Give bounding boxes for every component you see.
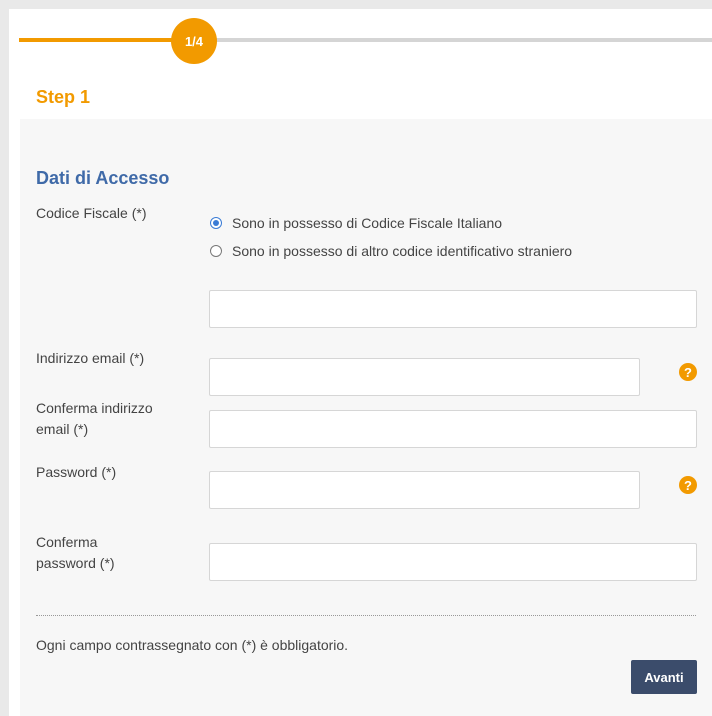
confirm-password-label-line-1: Conferma — [36, 534, 98, 550]
progress-bar-remaining — [209, 38, 712, 42]
divider — [36, 615, 696, 616]
confirm-password-label: Conferma password (*) — [36, 532, 115, 574]
confirm-email-label-line-1: Conferma indirizzo — [36, 400, 153, 416]
password-label: Password (*) — [36, 464, 117, 480]
radio-foreign-label: Sono in possesso di altro codice identif… — [232, 243, 573, 259]
confirm-email-label: Conferma indirizzo email (*) — [36, 398, 153, 440]
email-input[interactable] — [209, 358, 640, 396]
radio-checked-icon[interactable] — [210, 217, 222, 229]
password-input[interactable] — [209, 471, 640, 509]
form-panel: Dati di Accesso Codice Fiscale (*) Sono … — [20, 119, 712, 716]
password-help-icon[interactable]: ? — [679, 476, 697, 494]
progress-bar-done — [19, 38, 187, 42]
registration-card: 1/4 Step 1 Dati di Accesso Codice Fiscal… — [9, 9, 712, 716]
next-button[interactable]: Avanti — [631, 660, 697, 694]
email-help-icon[interactable]: ? — [679, 363, 697, 381]
radio-italian-label: Sono in possesso di Codice Fiscale Itali… — [232, 215, 503, 231]
step-title: Step 1 — [36, 87, 91, 107]
section-title: Dati di Accesso — [36, 168, 170, 188]
radio-option-foreign[interactable]: Sono in possesso di altro codice identif… — [210, 243, 572, 259]
codice-fiscale-input[interactable] — [209, 290, 697, 328]
confirm-email-label-line-2: email (*) — [36, 421, 89, 437]
confirm-password-label-line-2: password (*) — [36, 555, 115, 571]
radio-unchecked-icon[interactable] — [210, 245, 222, 257]
confirm-password-input[interactable] — [209, 543, 697, 581]
step-badge: 1/4 — [171, 18, 217, 64]
email-label: Indirizzo email (*) — [36, 350, 145, 366]
required-fields-note: Ogni campo contrassegnato con (*) è obbl… — [36, 637, 349, 653]
confirm-email-input[interactable] — [209, 410, 697, 448]
codice-fiscale-label: Codice Fiscale (*) — [36, 205, 147, 221]
radio-option-italian[interactable]: Sono in possesso di Codice Fiscale Itali… — [210, 215, 502, 231]
